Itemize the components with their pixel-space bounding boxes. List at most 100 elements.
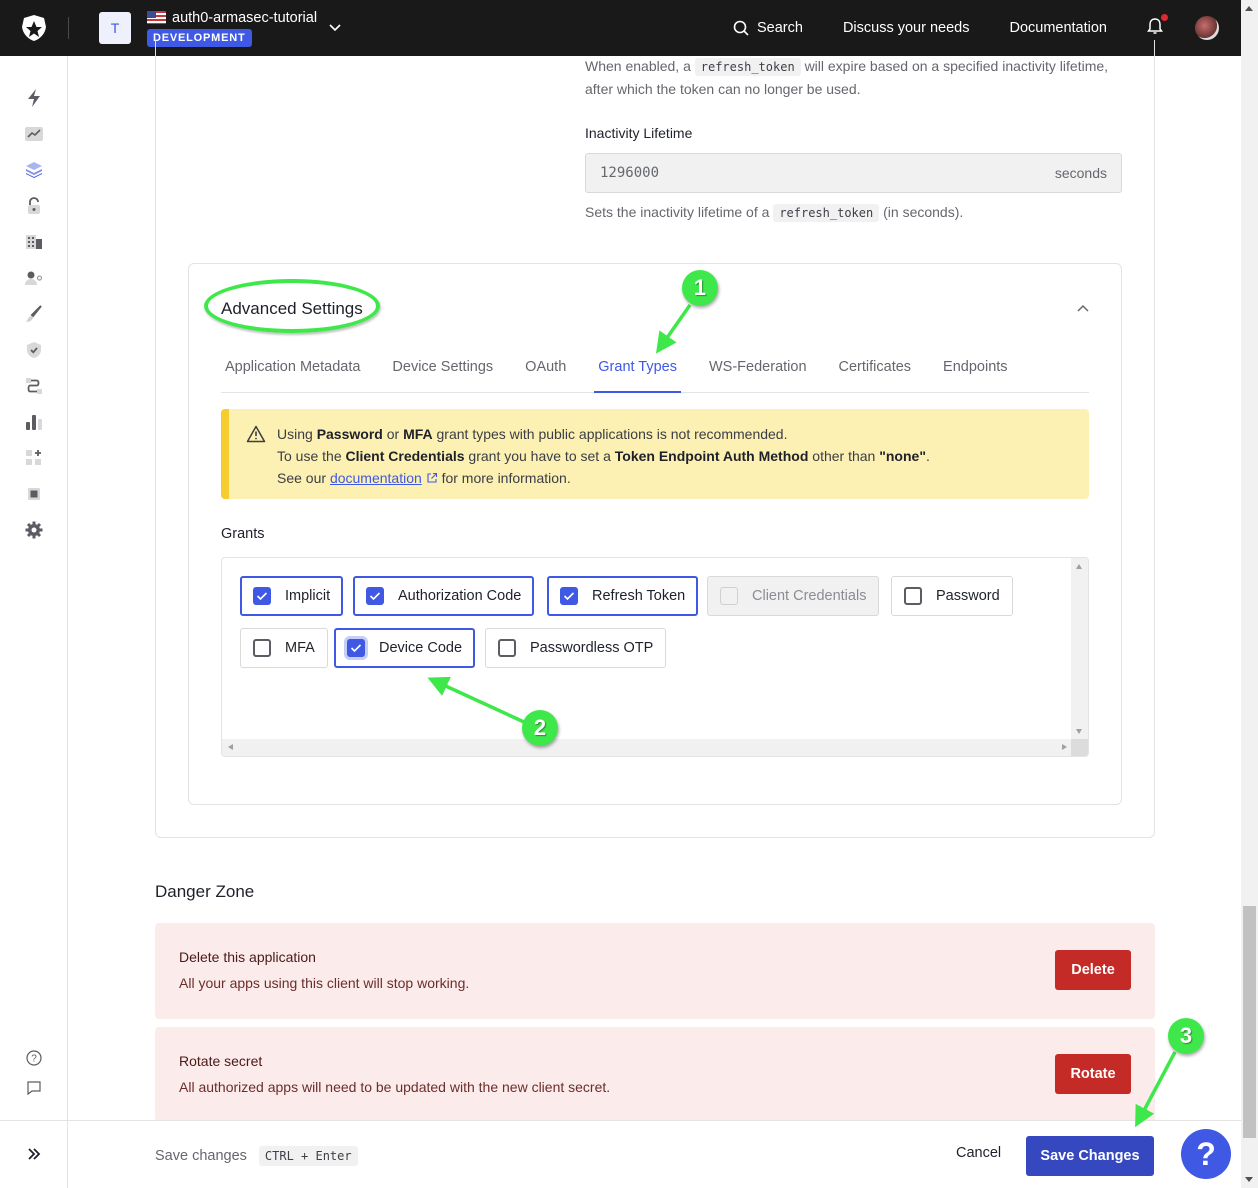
- cancel-button[interactable]: Cancel: [956, 1145, 1001, 1161]
- sidebar-item-security[interactable]: [22, 338, 46, 362]
- scroll-down-arrow[interactable]: [1245, 1177, 1253, 1182]
- tab-certificates[interactable]: Certificates: [835, 349, 916, 393]
- grant-types-warning: Using Password or MFA grant types with p…: [221, 409, 1089, 499]
- grant-client-credentials: Client Credentials: [707, 576, 880, 616]
- feedback-icon: [27, 1081, 41, 1096]
- scroll-left-arrow[interactable]: [228, 744, 233, 750]
- grants-vertical-scrollbar[interactable]: [1071, 558, 1088, 740]
- inactivity-lifetime-value: 1296000: [600, 165, 660, 181]
- seconds-suffix: seconds: [1054, 165, 1107, 181]
- scroll-down-arrow[interactable]: [1076, 729, 1082, 734]
- annotation-ellipse: [204, 279, 380, 333]
- tab-grant-types[interactable]: Grant Types: [594, 349, 681, 393]
- extensions-chip-icon: [28, 488, 40, 500]
- notification-dot: [1161, 14, 1168, 21]
- inactivity-lifetime-label: Inactivity Lifetime: [585, 125, 693, 141]
- sidebar-item-user-management[interactable]: [22, 266, 46, 290]
- grant-password[interactable]: Password: [891, 576, 1013, 616]
- auth0-shield-icon: [22, 15, 46, 41]
- scroll-right-arrow[interactable]: [1062, 744, 1067, 750]
- sidebar-item-branding[interactable]: [22, 302, 46, 326]
- marketplace-icon: [26, 450, 41, 465]
- tab-device-settings[interactable]: Device Settings: [388, 349, 497, 393]
- chevron-down-icon[interactable]: [329, 21, 341, 35]
- inactivity-lifetime-input[interactable]: 1296000 seconds: [585, 153, 1122, 193]
- checkbox-checked-icon: [253, 587, 271, 605]
- sidebar-feedback-button[interactable]: [22, 1076, 46, 1100]
- actions-flow-icon: [26, 378, 42, 394]
- user-avatar[interactable]: [1195, 16, 1219, 40]
- delete-application-card: Delete this application All your apps us…: [155, 923, 1155, 1019]
- discuss-needs-link[interactable]: Discuss your needs: [843, 20, 970, 36]
- rotate-secret-description: All authorized apps will need to be upda…: [179, 1079, 611, 1095]
- tab-application-metadata[interactable]: Application Metadata: [221, 349, 364, 393]
- search-label: Search: [756, 20, 803, 36]
- shield-check-icon: [27, 342, 41, 358]
- tenant-avatar[interactable]: T: [99, 12, 131, 44]
- layers-icon: [26, 162, 42, 178]
- page-scrollbar[interactable]: [1241, 0, 1258, 1188]
- documentation-link[interactable]: documentation: [330, 470, 422, 486]
- svg-text:?: ?: [31, 1054, 37, 1065]
- delete-application-title: Delete this application: [179, 949, 316, 965]
- grant-passwordless-otp[interactable]: Passwordless OTP: [485, 628, 667, 668]
- grants-label: Grants: [221, 526, 265, 542]
- tab-ws-federation[interactable]: WS-Federation: [705, 349, 811, 393]
- rotate-button[interactable]: Rotate: [1055, 1054, 1131, 1094]
- save-footer: Save changes CTRL + Enter Cancel Save Ch…: [68, 1120, 1241, 1188]
- scrollbar-thumb[interactable]: [1243, 906, 1256, 1138]
- us-flag-icon: [147, 11, 166, 24]
- sidebar-item-getting-started[interactable]: [22, 86, 46, 110]
- chevron-up-icon[interactable]: [1077, 299, 1089, 315]
- sidebar-item-extensions[interactable]: [22, 482, 46, 506]
- scroll-up-arrow[interactable]: [1245, 6, 1253, 11]
- save-shortcut-hint: Save changes CTRL + Enter: [155, 1146, 358, 1166]
- lightning-icon: [28, 89, 40, 107]
- advanced-settings-tabs: Application Metadata Device Settings OAu…: [221, 349, 1089, 393]
- tab-endpoints[interactable]: Endpoints: [939, 349, 1012, 393]
- search-button[interactable]: Search: [733, 20, 803, 36]
- sidebar-item-authentication[interactable]: [22, 194, 46, 218]
- rotate-secret-title: Rotate secret: [179, 1053, 263, 1069]
- checkbox-unchecked-icon: [904, 587, 922, 605]
- delete-button[interactable]: Delete: [1055, 950, 1131, 990]
- documentation-link[interactable]: Documentation: [1009, 20, 1107, 36]
- notifications-button[interactable]: [1147, 14, 1168, 39]
- scrollbar-corner: [1071, 739, 1088, 756]
- grant-refresh-token[interactable]: Refresh Token: [547, 576, 699, 616]
- sidebar-help-button[interactable]: ?: [22, 1046, 46, 1070]
- rotate-secret-card: Rotate secret All authorized apps will n…: [155, 1027, 1155, 1123]
- auth0-logo[interactable]: [0, 0, 68, 56]
- grant-implicit[interactable]: Implicit: [240, 576, 344, 616]
- sidebar-item-activity[interactable]: [22, 122, 46, 146]
- refresh-token-code: refresh_token: [694, 58, 801, 76]
- sidebar-item-marketplace[interactable]: [22, 446, 46, 470]
- checkbox-checked-icon: [366, 587, 384, 605]
- activity-chart-icon: [25, 127, 43, 141]
- sidebar-item-applications[interactable]: [22, 158, 46, 182]
- sidebar-item-organizations[interactable]: [22, 230, 46, 254]
- annotation-step-1: 1: [682, 270, 718, 306]
- sidebar-item-settings[interactable]: [22, 518, 46, 542]
- grant-device-code[interactable]: Device Code: [334, 628, 476, 668]
- annotation-step-3: 3: [1168, 1018, 1204, 1054]
- save-changes-button[interactable]: Save Changes: [1026, 1136, 1154, 1176]
- tab-oauth[interactable]: OAuth: [521, 349, 570, 393]
- sidebar-divider: [0, 1120, 68, 1121]
- advanced-settings-card: Advanced Settings Application Metadata D…: [188, 263, 1122, 805]
- topbar-divider: [68, 17, 69, 39]
- sidebar-item-actions[interactable]: [22, 374, 46, 398]
- expand-sidebar-button[interactable]: [22, 1142, 46, 1166]
- grants-list: Implicit Authorization Code Refresh Toke…: [221, 557, 1089, 757]
- help-floating-button[interactable]: ?: [1181, 1129, 1231, 1179]
- user-management-icon: [25, 271, 43, 285]
- gear-icon: [25, 521, 43, 539]
- grant-mfa[interactable]: MFA: [240, 628, 328, 668]
- external-link-icon: [427, 472, 437, 483]
- scroll-up-arrow[interactable]: [1076, 564, 1082, 569]
- grants-horizontal-scrollbar[interactable]: [222, 739, 1073, 756]
- double-chevron-right-icon: [28, 1148, 41, 1160]
- grant-authorization-code[interactable]: Authorization Code: [353, 576, 535, 616]
- sidebar-item-monitoring[interactable]: [22, 410, 46, 434]
- checkbox-disabled-icon: [720, 587, 738, 605]
